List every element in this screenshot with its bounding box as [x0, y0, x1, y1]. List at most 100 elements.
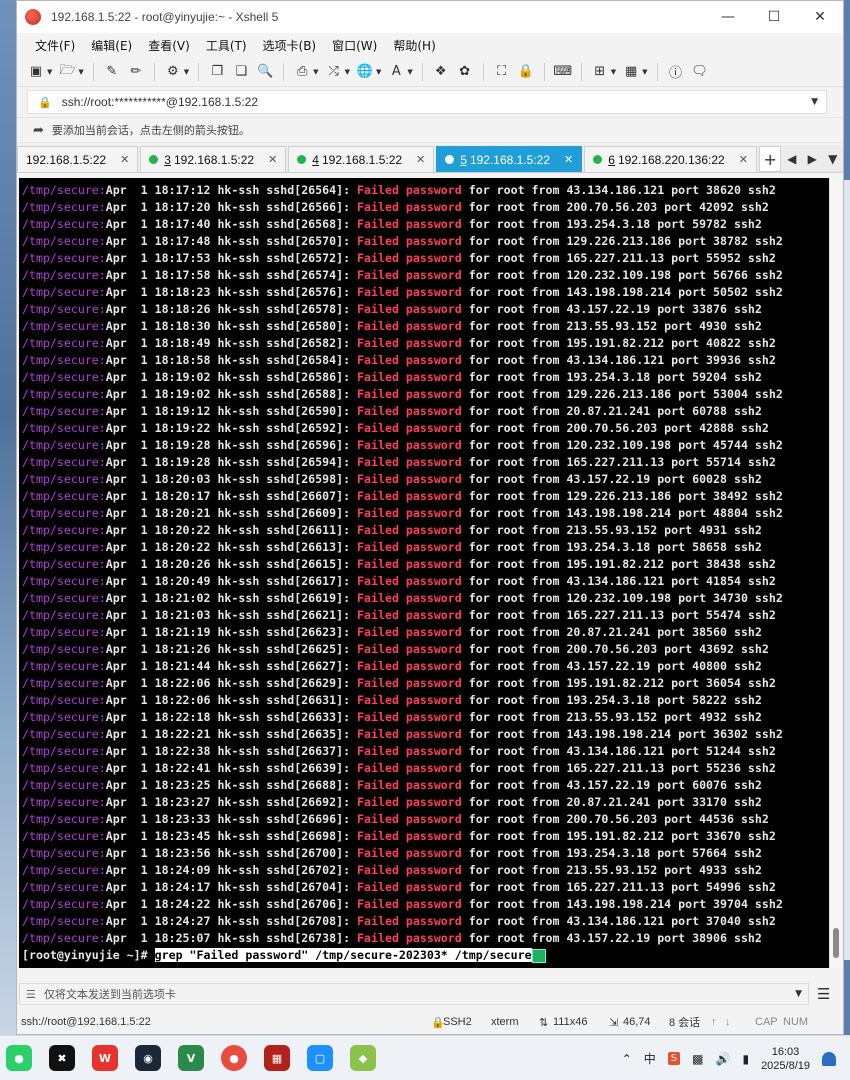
find-icon[interactable]: 🔍: [256, 63, 274, 81]
log-timestamp-host: Apr 1 18:22:18 hk-ssh sshd[26633]:: [105, 710, 358, 724]
ime-indicator[interactable]: 中: [644, 1050, 656, 1067]
terminal-line: /tmp/secure:Apr 1 18:24:17 hk-ssh sshd[2…: [22, 879, 829, 896]
log-source: for root from 143.198.198.214 port 48804…: [461, 506, 783, 520]
close-icon[interactable]: ✕: [268, 153, 277, 166]
arrow-up-icon[interactable]: ↑: [711, 1016, 725, 1028]
chevron-down-icon[interactable]: ▼: [642, 68, 647, 76]
font-icon[interactable]: A: [387, 63, 405, 81]
terminal-app-icon[interactable]: ▦: [264, 1045, 290, 1071]
terminal-scrollbar[interactable]: [829, 178, 843, 968]
properties-icon[interactable]: ⚙: [164, 63, 182, 81]
chevron-down-icon[interactable]: ▼: [47, 68, 52, 76]
steam-icon[interactable]: ◉: [135, 1045, 161, 1071]
scroll-tabs-right-icon[interactable]: ▶: [802, 146, 823, 172]
menu-view[interactable]: 查看(V): [140, 37, 198, 54]
transfer-icon[interactable]: ⤮: [325, 63, 343, 81]
chevron-up-icon[interactable]: ⌃: [622, 1052, 632, 1066]
close-icon[interactable]: ✕: [120, 153, 129, 166]
tab-session-3[interactable]: 3 192.168.1.5:22 ✕: [140, 146, 287, 172]
menu-hamburger-icon[interactable]: ☰: [817, 985, 830, 1003]
chevron-down-icon[interactable]: ▼: [795, 989, 802, 999]
menu-file[interactable]: 文件(F): [27, 37, 83, 54]
capcut-icon[interactable]: ✖: [49, 1045, 75, 1071]
copy-icon[interactable]: ❐: [208, 63, 226, 81]
chevron-down-icon[interactable]: ▼: [376, 68, 381, 76]
arrow-down-icon[interactable]: ↓: [725, 1016, 755, 1028]
clock[interactable]: 16:03 2025/8/19: [761, 1045, 810, 1073]
chevron-down-icon[interactable]: ▼: [313, 68, 318, 76]
log-file-path: /tmp/secure:: [22, 574, 106, 588]
log-source: for root from 165.227.211.13 port 54996 …: [461, 880, 776, 894]
reconnect-icon[interactable]: ✎: [103, 63, 121, 81]
chevron-down-icon[interactable]: ▼: [611, 68, 616, 76]
title-bar[interactable]: 192.168.1.5:22 - root@yinyujie:~ - Xshel…: [17, 1, 843, 33]
volume-icon[interactable]: 🔊: [716, 1052, 731, 1066]
print-icon[interactable]: ⎙: [293, 63, 311, 81]
tab-list-chevron-icon[interactable]: ▼: [822, 146, 843, 172]
scroll-tabs-left-icon[interactable]: ◀: [781, 146, 802, 172]
close-icon[interactable]: ✕: [739, 153, 748, 166]
scrollbar-thumb[interactable]: [833, 928, 839, 958]
send-text-input[interactable]: 仅将文本发送到当前选项卡: [44, 986, 795, 1002]
terminal-output[interactable]: /tmp/secure:Apr 1 18:17:12 hk-ssh sshd[2…: [19, 178, 829, 968]
session-hint-text: 要添加当前会话，点击左侧的箭头按钮。: [51, 124, 250, 137]
disconnect-icon[interactable]: ✏: [127, 63, 145, 81]
arrow-session-icon[interactable]: ➦: [33, 123, 44, 138]
keyboard-icon[interactable]: ⌨: [553, 63, 572, 81]
log-file-path: /tmp/secure:: [22, 642, 106, 656]
battery-icon[interactable]: ▮: [742, 1052, 749, 1066]
address-field[interactable]: 🔒 ssh://root:***********@192.168.1.5:22 …: [27, 90, 827, 114]
command-line[interactable]: [root@yinyujie ~]# grep "Failed password…: [22, 947, 829, 964]
chevron-down-icon[interactable]: ▼: [78, 68, 83, 76]
notification-bell-icon[interactable]: [822, 1051, 836, 1066]
menu-help[interactable]: 帮助(H): [385, 37, 443, 54]
globe-icon[interactable]: 🌐: [356, 63, 374, 81]
sogou-tray-icon[interactable]: S: [667, 1052, 681, 1065]
chat-icon[interactable]: 🗨: [691, 63, 709, 81]
menu-tools[interactable]: 工具(T): [198, 37, 255, 54]
new-session-icon[interactable]: ▣: [27, 63, 45, 81]
log-source: for root from 43.157.22.19 port 33876 ss…: [461, 302, 762, 316]
package-icon[interactable]: ◆: [350, 1045, 376, 1071]
chevron-down-icon[interactable]: ▼: [345, 68, 350, 76]
fullscreen-icon[interactable]: ⛶: [493, 63, 511, 81]
vs-tool-icon[interactable]: V: [178, 1045, 204, 1071]
menu-tabs[interactable]: 选项卡(B): [255, 37, 325, 54]
close-icon[interactable]: ✕: [416, 153, 425, 166]
lock-screen-icon[interactable]: 🔒: [517, 63, 535, 81]
open-folder-icon[interactable]: 🗁: [58, 63, 76, 81]
tab-session-4[interactable]: 4 192.168.1.5:22 ✕: [288, 146, 435, 172]
status-connection: ssh://root@192.168.1.5:22: [21, 1016, 151, 1028]
layout-icon[interactable]: ▦: [622, 63, 640, 81]
chevron-down-icon[interactable]: ▼: [184, 68, 189, 76]
remote-desktop-icon[interactable]: ▢: [307, 1045, 333, 1071]
send-text-bar[interactable]: ☰ 仅将文本发送到当前选项卡 ▼: [19, 983, 809, 1005]
wechat-icon[interactable]: ●: [6, 1045, 32, 1071]
xshell-taskbar-icon[interactable]: ●: [221, 1045, 247, 1071]
xmanager-icon[interactable]: ✿: [456, 63, 474, 81]
paste-icon[interactable]: ❏: [232, 63, 250, 81]
maximize-button[interactable]: ☐: [751, 1, 797, 33]
tab-session-1[interactable]: 192.168.1.5:22 ✕: [17, 146, 139, 172]
typed-command[interactable]: grep "Failed password" /tmp/secure-20230…: [154, 948, 532, 962]
log-timestamp-host: Apr 1 18:20:22 hk-ssh sshd[26613]:: [105, 540, 358, 554]
minimize-button[interactable]: —: [705, 1, 751, 33]
menu-window[interactable]: 窗口(W): [324, 37, 385, 54]
close-button[interactable]: ✕: [797, 1, 843, 33]
close-icon[interactable]: ✕: [564, 153, 573, 166]
chevron-down-icon[interactable]: ▼: [811, 97, 818, 107]
new-tab-icon[interactable]: ⊞: [591, 63, 609, 81]
network-icon[interactable]: ▩: [692, 1052, 703, 1066]
log-source: for root from 143.198.198.214 port 36302…: [461, 727, 783, 741]
help-icon[interactable]: ⓘ: [667, 63, 685, 81]
chevron-down-icon[interactable]: ▼: [407, 68, 412, 76]
log-timestamp-host: Apr 1 18:19:28 hk-ssh sshd[26596]:: [105, 438, 358, 452]
add-tab-button[interactable]: +: [758, 146, 782, 172]
log-timestamp-host: Apr 1 18:17:58 hk-ssh sshd[26574]:: [105, 268, 358, 282]
wps-icon[interactable]: W: [92, 1045, 118, 1071]
menu-edit[interactable]: 编辑(E): [83, 37, 140, 54]
log-file-path: /tmp/secure:: [22, 438, 106, 452]
xftp-icon[interactable]: ❖: [432, 63, 450, 81]
tab-session-6[interactable]: 6 192.168.220.136:22 ✕: [584, 146, 757, 172]
tab-session-5[interactable]: 5 192.168.1.5:22 ✕: [436, 146, 583, 172]
